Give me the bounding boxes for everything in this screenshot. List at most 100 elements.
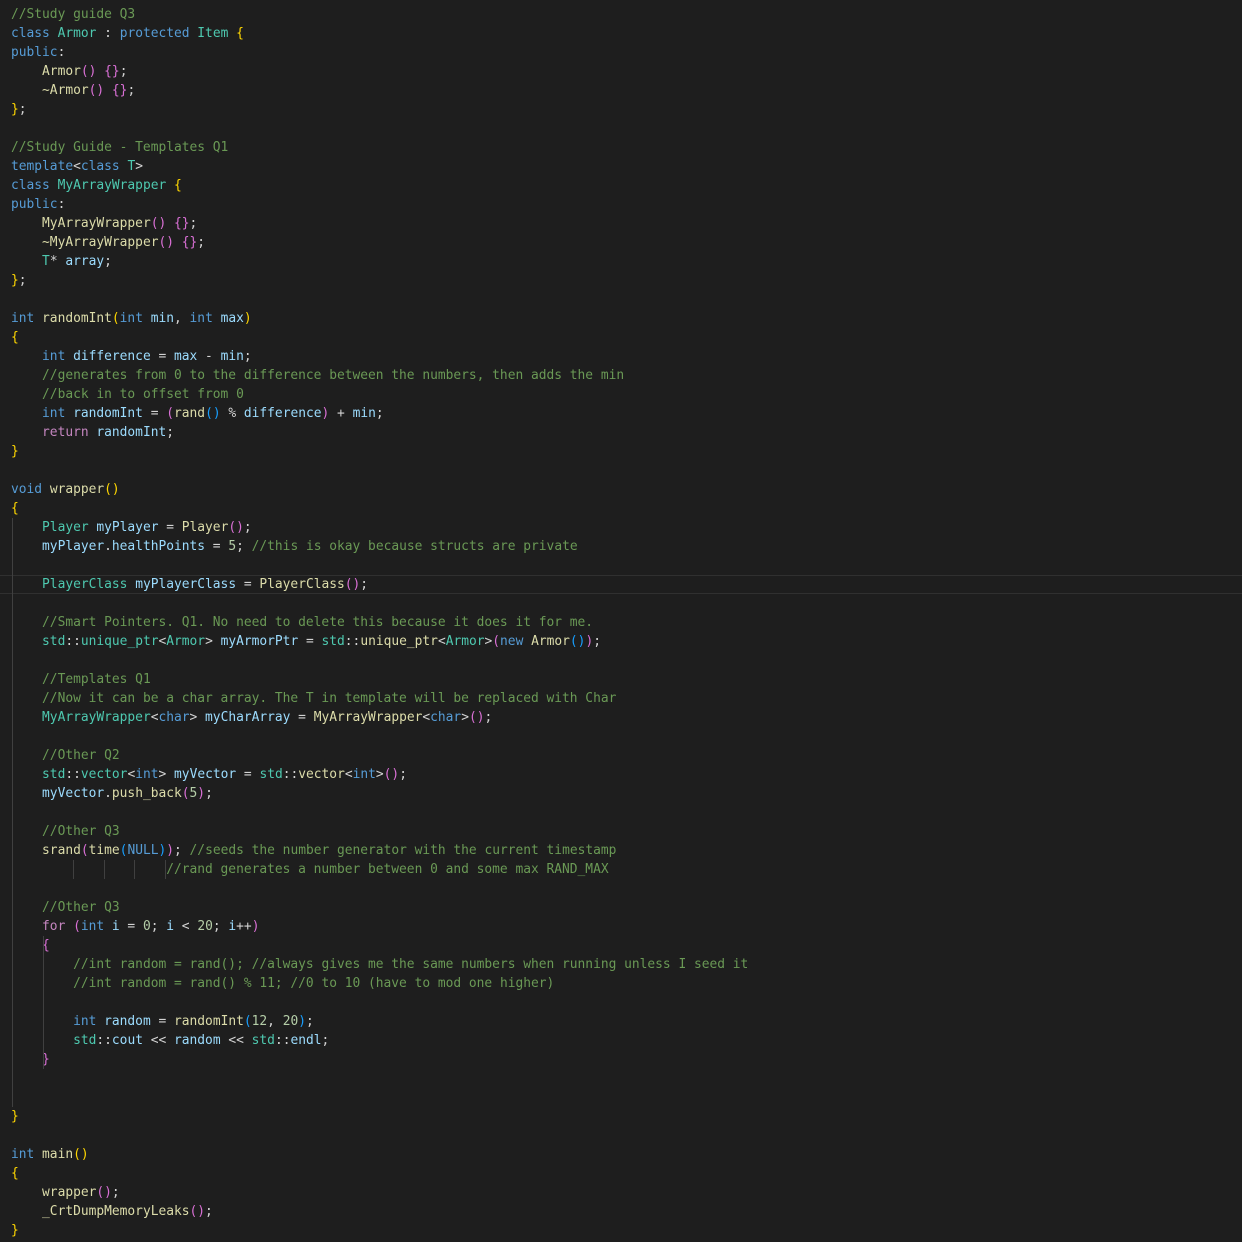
code-line[interactable] (0, 1088, 1242, 1107)
code-token: . (104, 786, 112, 801)
code-line[interactable]: Armor() {}; (0, 62, 1242, 81)
code-token: ( (243, 1014, 252, 1029)
code-line[interactable]: public: (0, 43, 1242, 62)
code-line[interactable]: //generates from 0 to the difference bet… (0, 366, 1242, 385)
code-token: = (158, 520, 182, 535)
code-token: ; (174, 843, 190, 858)
code-token: //Study guide Q3 (11, 7, 136, 22)
code-token: ( (166, 406, 175, 421)
code-token: ) (166, 843, 175, 858)
code-line[interactable]: }; (0, 100, 1242, 119)
code-line[interactable] (0, 556, 1242, 575)
code-line[interactable]: int difference = max - min; (0, 347, 1242, 366)
code-line[interactable] (0, 879, 1242, 898)
code-line[interactable]: myVector.push_back(5); (0, 784, 1242, 803)
code-token: //Study Guide - Templates Q1 (11, 140, 229, 155)
code-line[interactable]: } (0, 1221, 1242, 1240)
code-line[interactable]: { (0, 1164, 1242, 1183)
code-line[interactable]: int random = randomInt(12, 20); (0, 1012, 1242, 1031)
code-line[interactable]: myPlayer.healthPoints = 5; //this is oka… (0, 537, 1242, 556)
code-line[interactable]: //Study Guide - Templates Q1 (0, 138, 1242, 157)
code-token: ) (243, 311, 252, 326)
code-line[interactable]: T* array; (0, 252, 1242, 271)
code-token: int (42, 406, 74, 421)
code-line[interactable]: //Study guide Q3 (0, 5, 1242, 24)
code-token: //seeds the number generator with the cu… (189, 843, 617, 858)
code-token: () (205, 406, 221, 421)
code-line[interactable] (0, 594, 1242, 613)
code-token: int (80, 919, 112, 934)
code-token: :: (96, 1033, 112, 1048)
code-line[interactable]: std::cout << random << std::endl; (0, 1031, 1242, 1050)
code-line[interactable]: ~MyArrayWrapper() {}; (0, 233, 1242, 252)
code-token: myVector (42, 786, 105, 801)
code-line[interactable] (0, 993, 1242, 1012)
code-line[interactable]: //int random = rand(); //always gives me… (0, 955, 1242, 974)
code-token: i (111, 919, 120, 934)
code-line[interactable]: PlayerClass myPlayerClass = PlayerClass(… (0, 575, 1242, 594)
code-line[interactable] (0, 651, 1242, 670)
code-line[interactable] (0, 1126, 1242, 1145)
code-line[interactable]: void wrapper() (0, 480, 1242, 499)
code-line[interactable]: //Templates Q1 (0, 670, 1242, 689)
code-line[interactable]: return randomInt; (0, 423, 1242, 442)
code-token: < (73, 159, 81, 174)
code-token: ; (205, 1204, 213, 1219)
code-line[interactable]: ~Armor() {}; (0, 81, 1242, 100)
code-line[interactable]: } (0, 1107, 1242, 1126)
code-line[interactable]: { (0, 499, 1242, 518)
code-line[interactable]: { (0, 936, 1242, 955)
code-line[interactable]: std::vector<int> myVector = std::vector<… (0, 765, 1242, 784)
code-line[interactable]: //rand generates a number between 0 and … (0, 860, 1242, 879)
code-line[interactable]: //int random = rand() % 11; //0 to 10 (h… (0, 974, 1242, 993)
code-line[interactable]: public: (0, 195, 1242, 214)
code-token: () (468, 710, 485, 725)
code-line[interactable]: _CrtDumpMemoryLeaks(); (0, 1202, 1242, 1221)
code-token: () (73, 1147, 89, 1162)
code-line[interactable]: class Armor : protected Item { (0, 24, 1242, 43)
code-line[interactable]: //Other Q3 (0, 898, 1242, 917)
code-line[interactable]: int randomInt(int min, int max) (0, 309, 1242, 328)
code-line[interactable]: //Now it can be a char array. The T in t… (0, 689, 1242, 708)
code-line[interactable]: MyArrayWrapper() {}; (0, 214, 1242, 233)
code-line[interactable]: //back in to offset from 0 (0, 385, 1242, 404)
code-line[interactable]: } (0, 1050, 1242, 1069)
code-token: int (11, 311, 43, 326)
code-token: Player (42, 520, 97, 535)
code-line[interactable] (0, 461, 1242, 480)
code-line[interactable] (0, 290, 1242, 309)
code-line[interactable]: class MyArrayWrapper { (0, 176, 1242, 195)
code-editor[interactable]: //Study guide Q3 class Armor : protected … (0, 5, 1242, 1242)
code-token: Armor (445, 634, 485, 649)
code-token: //int random = rand() % 11; //0 to 10 (h… (73, 976, 555, 991)
code-line[interactable]: }; (0, 271, 1242, 290)
code-token: time (88, 843, 120, 858)
code-line[interactable] (0, 727, 1242, 746)
code-line[interactable]: //Other Q2 (0, 746, 1242, 765)
code-line[interactable]: //Smart Pointers. Q1. No need to delete … (0, 613, 1242, 632)
code-line[interactable] (0, 119, 1242, 138)
code-line[interactable]: MyArrayWrapper<char> myCharArray = MyArr… (0, 708, 1242, 727)
code-line[interactable]: int randomInt = (rand() % difference) + … (0, 404, 1242, 423)
code-token: > (205, 634, 221, 649)
code-line[interactable]: wrapper(); (0, 1183, 1242, 1202)
code-line[interactable]: template<class T> (0, 157, 1242, 176)
code-line[interactable]: } (0, 442, 1242, 461)
code-token: rand (174, 406, 206, 421)
code-line[interactable] (0, 1069, 1242, 1088)
code-line[interactable]: srand(time(NULL)); //seeds the number ge… (0, 841, 1242, 860)
code-line[interactable]: { (0, 328, 1242, 347)
code-token: < (422, 710, 431, 725)
code-line[interactable]: std::unique_ptr<Armor> myArmorPtr = std:… (0, 632, 1242, 651)
code-token: //Other Q3 (42, 824, 120, 839)
code-line[interactable]: Player myPlayer = Player(); (0, 518, 1242, 537)
indent-guide (165, 860, 166, 879)
code-line[interactable]: for (int i = 0; i < 20; i++) (0, 917, 1242, 936)
code-line[interactable]: int main() (0, 1145, 1242, 1164)
code-line[interactable]: //Other Q3 (0, 822, 1242, 841)
code-token: () (344, 577, 361, 592)
code-line[interactable] (0, 803, 1242, 822)
